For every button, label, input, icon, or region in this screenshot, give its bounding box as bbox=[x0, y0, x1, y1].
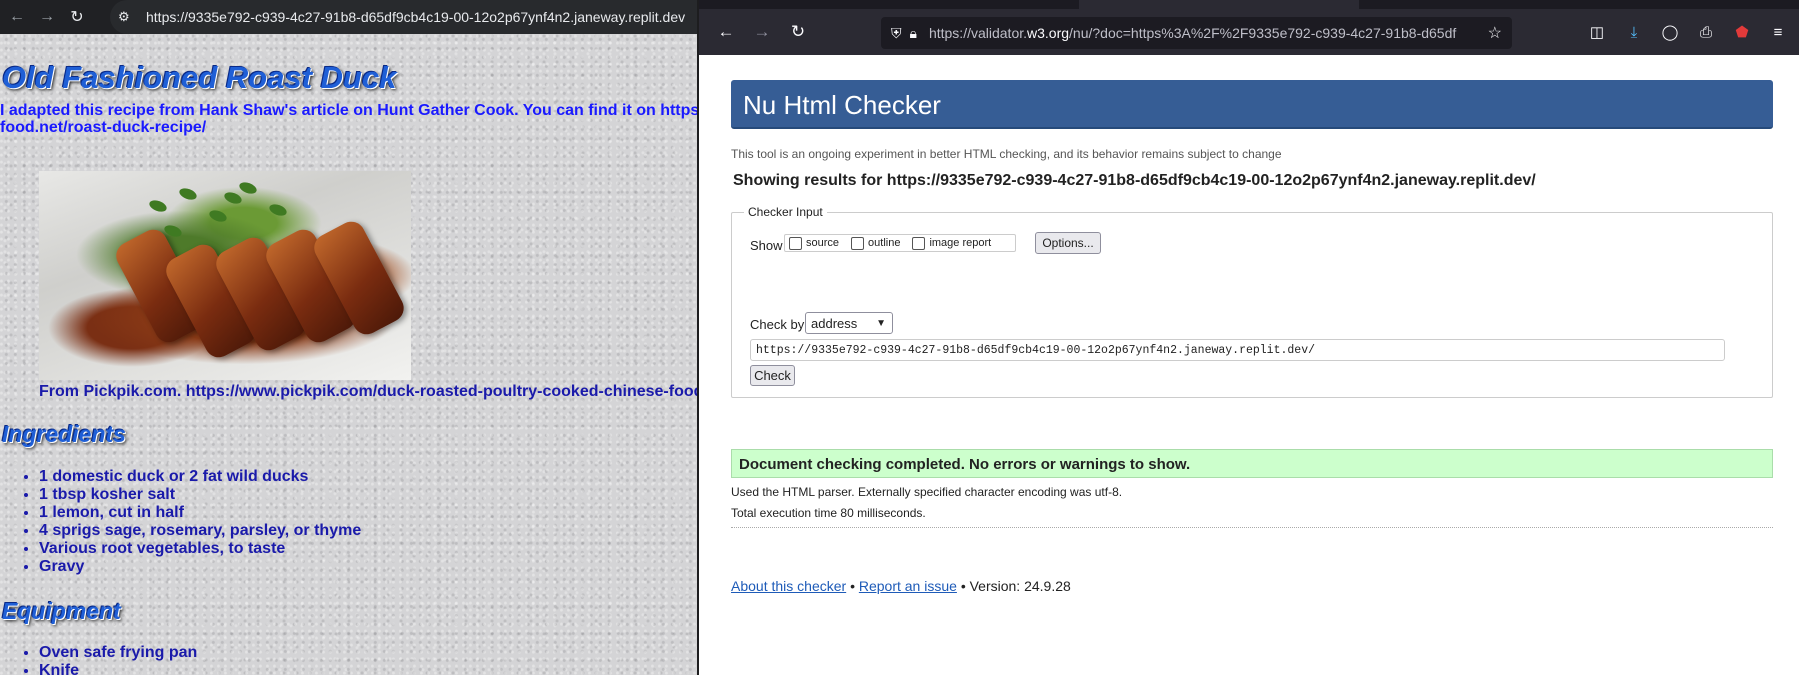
recipe-intro-line-2: food.net/roast-duck-recipe/ bbox=[0, 119, 207, 136]
shield-icon[interactable]: ⛨ bbox=[891, 25, 902, 42]
execution-time: Total execution time 80 milliseconds. bbox=[731, 506, 926, 520]
extensions-icon[interactable]: ⎙ bbox=[1691, 9, 1721, 55]
left-browser-toolbar: ← → ↻ ⚙ https://9335e792-c939-4c27-91b8-… bbox=[0, 0, 697, 34]
list-item: 1 tbsp kosher salt bbox=[39, 486, 361, 504]
checker-input-legend: Checker Input bbox=[744, 205, 827, 219]
list-item: Knife bbox=[39, 662, 197, 675]
footer-separator: • bbox=[850, 578, 855, 594]
left-browser-window: ← → ↻ ⚙ https://9335e792-c939-4c27-91b8-… bbox=[0, 0, 697, 675]
report-issue-link[interactable]: Report an issue bbox=[859, 578, 957, 594]
right-browser-window: ← → ↻ ⛨ 🔒︎ https://validator.w3.org/nu/?… bbox=[699, 0, 1799, 675]
tune-icon[interactable]: ⚙ bbox=[118, 9, 138, 25]
checkbox-box[interactable] bbox=[851, 236, 865, 250]
ingredients-heading: Ingredients bbox=[2, 421, 126, 447]
success-message: Document checking completed. No errors o… bbox=[731, 449, 1773, 478]
address-bar[interactable]: ⛨ 🔒︎ https://validator.w3.org/nu/?doc=ht… bbox=[881, 17, 1512, 49]
arrow-right-icon[interactable]: → bbox=[34, 4, 60, 30]
menu-icon[interactable]: ≡ bbox=[1763, 9, 1793, 55]
ingredients-list: 1 domestic duck or 2 fat wild ducks 1 tb… bbox=[39, 468, 361, 576]
footer: About this checker • Report an issue • V… bbox=[731, 578, 1071, 594]
checker-input-fieldset: Checker Input Show source outline image … bbox=[731, 205, 1773, 398]
tagline: This tool is an ongoing experiment in be… bbox=[731, 147, 1282, 161]
list-item: 1 domestic duck or 2 fat wild ducks bbox=[39, 468, 361, 486]
show-outline-checkbox[interactable]: outline bbox=[851, 236, 900, 250]
page-title: Nu Html Checker bbox=[731, 80, 1773, 129]
recipe-page: Old Fashioned Roast Duck I adapted this … bbox=[0, 34, 697, 675]
options-button[interactable]: Options... bbox=[1035, 232, 1101, 254]
equipment-list: Oven safe frying pan Knife bbox=[39, 644, 197, 675]
chevron-down-icon[interactable]: ▼ bbox=[876, 318, 886, 329]
results-heading: Showing results for https://9335e792-c93… bbox=[733, 172, 1536, 189]
account-icon[interactable]: ◯ bbox=[1655, 9, 1685, 55]
lock-icon[interactable]: 🔒︎ bbox=[910, 25, 917, 42]
list-item: 4 sprigs sage, rosemary, parsley, or thy… bbox=[39, 522, 361, 540]
checkbox-box[interactable] bbox=[789, 236, 802, 250]
pocket-icon[interactable]: ◫ bbox=[1582, 9, 1612, 55]
arrow-left-icon[interactable]: ← bbox=[4, 4, 30, 30]
recipe-intro: I adapted this recipe from Hank Shaw's a… bbox=[0, 102, 697, 136]
back-arrow-icon[interactable]: ← bbox=[711, 17, 741, 47]
check-button[interactable]: Check bbox=[750, 365, 795, 386]
parser-info: Used the HTML parser. Externally specifi… bbox=[731, 485, 1123, 499]
checkbox-box[interactable] bbox=[912, 236, 926, 250]
address-input[interactable]: https://9335e792-c939-4c27-91b8-d65df9cb… bbox=[750, 339, 1725, 361]
equipment-heading: Equipment bbox=[2, 598, 121, 624]
photo-credit: From Pickpik.com. https://www.pickpik.co… bbox=[39, 383, 697, 400]
recipe-intro-line-1: I adapted this recipe from Hank Shaw's a… bbox=[0, 102, 697, 119]
show-image-report-checkbox[interactable]: image report bbox=[912, 236, 991, 250]
recipe-title: Old Fashioned Roast Duck bbox=[2, 60, 397, 95]
validator-page: Nu Html Checker This tool is an ongoing … bbox=[699, 55, 1799, 675]
show-source-checkbox[interactable]: source bbox=[789, 236, 839, 250]
tab-active[interactable] bbox=[1079, 0, 1359, 9]
ublock-icon[interactable]: ⬟ bbox=[1727, 9, 1757, 55]
roast-duck-photo bbox=[39, 171, 411, 380]
show-options-group: source outline image report bbox=[784, 234, 1016, 252]
show-label: Show bbox=[750, 238, 783, 253]
about-checker-link[interactable]: About this checker bbox=[731, 578, 846, 594]
bookmark-star-icon[interactable]: ☆ bbox=[1488, 23, 1502, 43]
left-url-text[interactable]: https://9335e792-c939-4c27-91b8-d65df9cb… bbox=[146, 9, 685, 25]
download-icon[interactable]: ⤓ bbox=[1619, 9, 1649, 55]
right-browser-toolbar: ← → ↻ ⛨ 🔒︎ https://validator.w3.org/nu/?… bbox=[699, 9, 1799, 55]
check-by-label: Check by bbox=[750, 317, 805, 332]
left-address-bar[interactable]: ⚙ https://9335e792-c939-4c27-91b8-d65df9… bbox=[110, 0, 697, 34]
tab-strip bbox=[699, 0, 1799, 9]
list-item: 1 lemon, cut in half bbox=[39, 504, 361, 522]
forward-arrow-icon[interactable]: → bbox=[747, 17, 777, 47]
list-item: Gravy bbox=[39, 558, 361, 576]
reload-icon[interactable]: ↻ bbox=[783, 17, 813, 47]
list-item: Oven safe frying pan bbox=[39, 644, 197, 662]
version-text: • Version: 24.9.28 bbox=[960, 578, 1071, 594]
url-text[interactable]: https://validator.w3.org/nu/?doc=https%3… bbox=[929, 25, 1469, 41]
check-by-select[interactable]: address ▼ bbox=[805, 312, 893, 334]
reload-icon[interactable]: ↻ bbox=[64, 4, 90, 30]
divider bbox=[731, 527, 1773, 528]
list-item: Various root vegetables, to taste bbox=[39, 540, 361, 558]
